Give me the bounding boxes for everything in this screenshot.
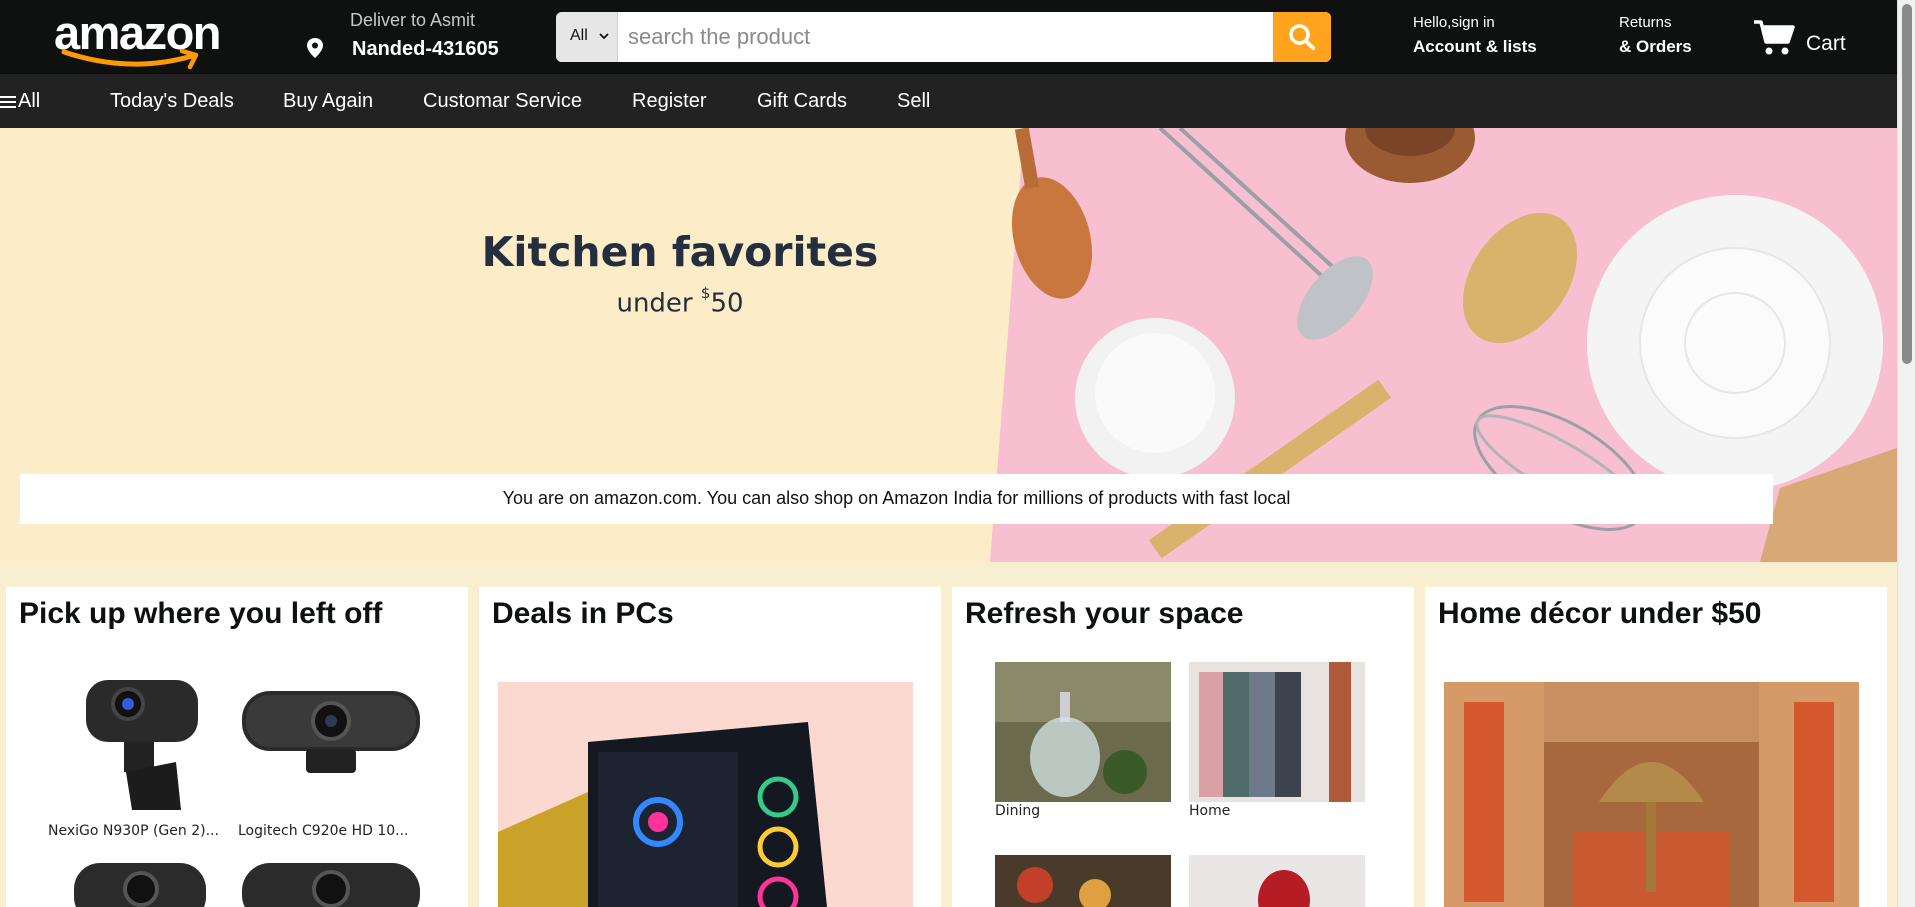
webcam-image: [242, 691, 420, 773]
hero-subtitle: under $50: [460, 284, 900, 319]
deliver-to-location[interactable]: Deliver to Asmit Nanded-431605: [302, 10, 502, 64]
card-deals-pcs: Deals in PCs: [479, 587, 941, 907]
kitchen-image: [995, 855, 1171, 907]
scrollbar-thumb[interactable]: [1902, 4, 1912, 364]
nav-buy-again[interactable]: Buy Again: [283, 90, 373, 113]
top-header: amazon Deliver to Asmit Nanded-431605 Al…: [0, 0, 1897, 74]
webcam-image: [74, 863, 206, 907]
card-title: Pick up where you left off: [19, 597, 383, 630]
nav-gift-cards[interactable]: Gift Cards: [757, 90, 847, 113]
category-caption[interactable]: Dining: [995, 803, 1040, 819]
chevron-down-icon: [599, 33, 609, 40]
all-menu-button[interactable]: All: [0, 90, 40, 113]
secondary-nav: All Today's Deals Buy Again Customar Ser…: [0, 74, 1897, 128]
category-home[interactable]: [1189, 662, 1365, 802]
category-kitchen[interactable]: [995, 855, 1171, 907]
card-refresh-space: Refresh your space Dining Home: [952, 587, 1414, 907]
product-caption[interactable]: Logitech C920e HD 10...: [238, 823, 409, 839]
hero-banner[interactable]: Kitchen favorites under $50 You are on a…: [0, 128, 1897, 562]
home-image: [1189, 662, 1365, 802]
logo-smile-icon: [61, 48, 199, 70]
nav-sell[interactable]: Sell: [897, 90, 930, 113]
nav-customer-service[interactable]: Customar Service: [423, 90, 582, 113]
search-bar: All: [556, 12, 1331, 62]
cart-button[interactable]: Cart: [1752, 18, 1862, 62]
returns-and-orders[interactable]: Returns & Orders: [1619, 14, 1719, 57]
search-category-select[interactable]: All: [556, 12, 618, 62]
all-menu-label: All: [18, 90, 41, 112]
orders-label: & Orders: [1619, 37, 1692, 56]
card-title: Refresh your space: [965, 597, 1244, 630]
nav-register[interactable]: Register: [632, 90, 706, 113]
card-title: Deals in PCs: [492, 597, 674, 630]
hero-price: 50: [710, 288, 744, 319]
search-icon: [1289, 24, 1315, 50]
site-notice[interactable]: You are on amazon.com. You can also shop…: [20, 474, 1773, 524]
webcam-image: [242, 863, 420, 907]
deliver-to-label: Deliver to Asmit: [350, 10, 476, 30]
product-caption[interactable]: NexiGo N930P (Gen 2)...: [48, 823, 219, 839]
hamburger-icon: [0, 95, 16, 108]
cart-icon: [1754, 20, 1795, 55]
beauty-image: [1189, 855, 1365, 907]
delivery-location: Nanded-431605: [352, 38, 499, 60]
nav-todays-deals[interactable]: Today's Deals: [110, 90, 234, 113]
lamp-boxes-image: [1444, 682, 1859, 907]
hero-title: Kitchen favorites: [481, 228, 879, 276]
hero-currency-symbol: $: [700, 284, 711, 302]
product-webcam-3[interactable]: [236, 855, 426, 907]
category-caption[interactable]: Home: [1189, 803, 1230, 819]
webcam-image: [86, 680, 198, 810]
account-lists-label: Account & lists: [1413, 37, 1537, 56]
product-webcam-logitech[interactable]: [236, 687, 426, 777]
search-category-value: All: [570, 27, 588, 44]
product-webcam-nexigo[interactable]: [66, 662, 216, 812]
amazon-logo[interactable]: amazon: [54, 8, 224, 70]
category-dining[interactable]: [995, 662, 1171, 802]
map-pin-icon: [307, 38, 323, 58]
card-title: Home décor under $50: [1438, 597, 1762, 630]
account-and-lists[interactable]: Hello,sign in Account & lists: [1413, 14, 1563, 57]
dining-image: [995, 662, 1171, 802]
home-decor-image[interactable]: [1444, 682, 1859, 907]
page-scrollbar[interactable]: [1897, 0, 1915, 907]
search-input[interactable]: [618, 12, 1331, 62]
card-pick-up: Pick up where you left off NexiGo N930P …: [6, 587, 468, 907]
pc-image: [498, 682, 913, 907]
product-webcam-2[interactable]: [66, 855, 216, 907]
sign-in-greeting: Hello,sign in: [1413, 14, 1495, 31]
hero-subtitle-prefix: under: [616, 288, 701, 319]
returns-label: Returns: [1619, 14, 1672, 31]
category-beauty[interactable]: [1189, 855, 1365, 907]
gaming-pc-image[interactable]: [498, 682, 913, 907]
search-button[interactable]: [1273, 12, 1331, 62]
card-home-decor: Home décor under $50: [1425, 587, 1887, 907]
cart-label: Cart: [1806, 32, 1846, 55]
